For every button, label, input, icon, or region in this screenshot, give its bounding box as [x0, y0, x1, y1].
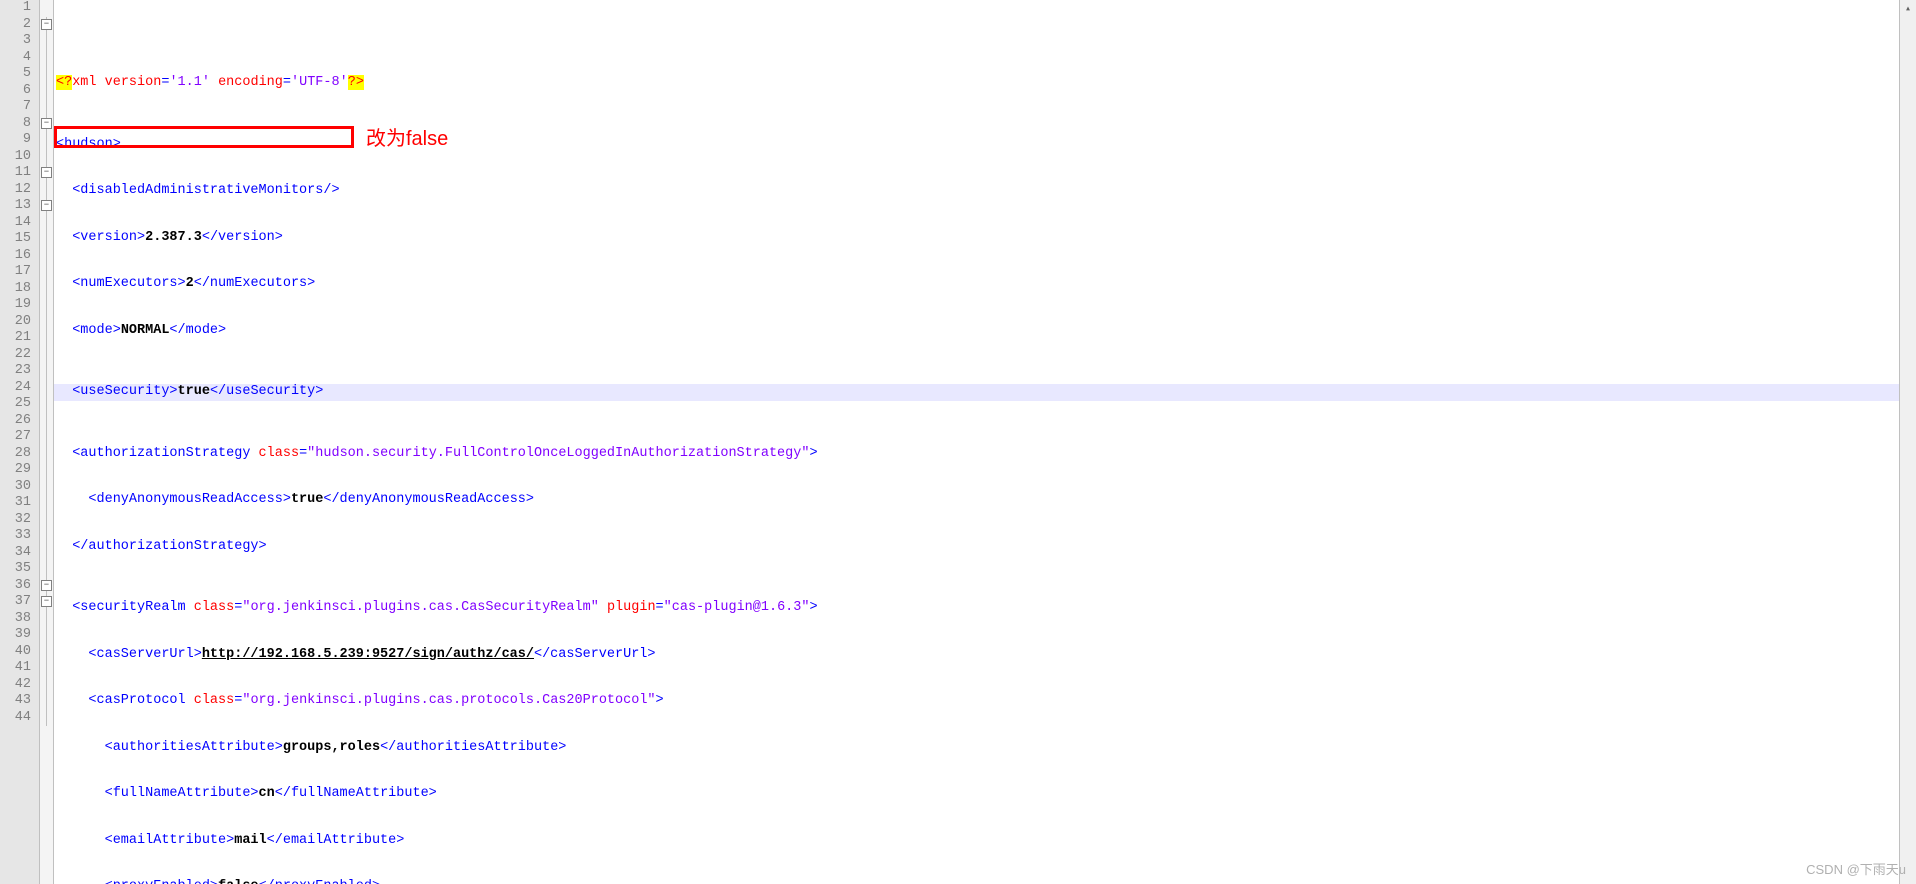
fold-toggle-icon[interactable]: −	[41, 167, 52, 178]
code-line[interactable]: </authorizationStrategy>	[54, 539, 1899, 556]
line-number: 2	[0, 17, 31, 34]
line-number: 3	[0, 33, 31, 50]
line-number: 25	[0, 396, 31, 413]
line-number: 30	[0, 479, 31, 496]
line-number: 1	[0, 0, 31, 17]
fold-toggle-icon[interactable]: −	[41, 118, 52, 129]
line-number: 41	[0, 660, 31, 677]
line-number: 18	[0, 281, 31, 298]
line-number: 28	[0, 446, 31, 463]
line-number: 6	[0, 83, 31, 100]
line-number: 20	[0, 314, 31, 331]
fold-toggle-icon[interactable]: −	[41, 580, 52, 591]
line-number: 40	[0, 644, 31, 661]
line-number: 27	[0, 429, 31, 446]
vertical-scrollbar[interactable]: ▴	[1899, 0, 1916, 884]
line-number: 8	[0, 116, 31, 133]
line-number: 31	[0, 495, 31, 512]
code-line[interactable]: <emailAttribute>mail</emailAttribute>	[54, 833, 1899, 850]
line-number: 35	[0, 561, 31, 578]
code-line[interactable]: <hudson>	[54, 137, 1899, 154]
line-number: 9	[0, 132, 31, 149]
line-number: 42	[0, 677, 31, 694]
code-line[interactable]: <fullNameAttribute>cn</fullNameAttribute…	[54, 786, 1899, 803]
line-number: 10	[0, 149, 31, 166]
fold-toggle-icon[interactable]: −	[41, 200, 52, 211]
code-line[interactable]: <disabledAdministrativeMonitors/>	[54, 183, 1899, 200]
code-line[interactable]: <?xml version='1.1' encoding='UTF-8'?>	[54, 75, 1899, 92]
line-number: 24	[0, 380, 31, 397]
line-number: 34	[0, 545, 31, 562]
line-number: 15	[0, 231, 31, 248]
fold-toggle-icon[interactable]: −	[41, 596, 52, 607]
line-number: 21	[0, 330, 31, 347]
line-number: 37	[0, 594, 31, 611]
code-line-use-security[interactable]: <useSecurity>true</useSecurity>	[54, 384, 1899, 401]
scroll-up-icon[interactable]: ▴	[1900, 0, 1916, 17]
line-number: 39	[0, 627, 31, 644]
code-line[interactable]: <proxyEnabled>false</proxyEnabled>	[54, 879, 1899, 884]
code-area[interactable]: <?xml version='1.1' encoding='UTF-8'?> <…	[54, 0, 1899, 884]
line-number: 11	[0, 165, 31, 182]
fold-toggle-icon[interactable]: −	[41, 19, 52, 30]
fold-column[interactable]: − − − − − −	[40, 0, 54, 884]
line-number: 38	[0, 611, 31, 628]
code-line[interactable]: <authorizationStrategy class="hudson.sec…	[54, 446, 1899, 463]
code-line[interactable]: <securityRealm class="org.jenkinsci.plug…	[54, 600, 1899, 617]
code-line[interactable]: <casServerUrl>http://192.168.5.239:9527/…	[54, 647, 1899, 664]
line-number: 36	[0, 578, 31, 595]
line-number: 5	[0, 66, 31, 83]
code-editor[interactable]: 1234567891011121314151617181920212223242…	[0, 0, 1916, 884]
code-line[interactable]: <casProtocol class="org.jenkinsci.plugin…	[54, 693, 1899, 710]
code-line[interactable]: <mode>NORMAL</mode>	[54, 323, 1899, 340]
line-number: 26	[0, 413, 31, 430]
code-line[interactable]: <authoritiesAttribute>groups,roles</auth…	[54, 740, 1899, 757]
line-number: 23	[0, 363, 31, 380]
line-number: 12	[0, 182, 31, 199]
line-number: 19	[0, 297, 31, 314]
line-number: 16	[0, 248, 31, 265]
line-number: 33	[0, 528, 31, 545]
line-number: 13	[0, 198, 31, 215]
code-line[interactable]: <version>2.387.3</version>	[54, 230, 1899, 247]
line-number: 4	[0, 50, 31, 67]
line-number: 44	[0, 710, 31, 727]
line-number: 22	[0, 347, 31, 364]
line-number-gutter: 1234567891011121314151617181920212223242…	[0, 0, 40, 884]
line-number: 32	[0, 512, 31, 529]
line-number: 29	[0, 462, 31, 479]
code-line[interactable]: <numExecutors>2</numExecutors>	[54, 276, 1899, 293]
code-line[interactable]: <denyAnonymousReadAccess>true</denyAnony…	[54, 492, 1899, 509]
line-number: 7	[0, 99, 31, 116]
line-number: 43	[0, 693, 31, 710]
line-number: 14	[0, 215, 31, 232]
line-number: 17	[0, 264, 31, 281]
